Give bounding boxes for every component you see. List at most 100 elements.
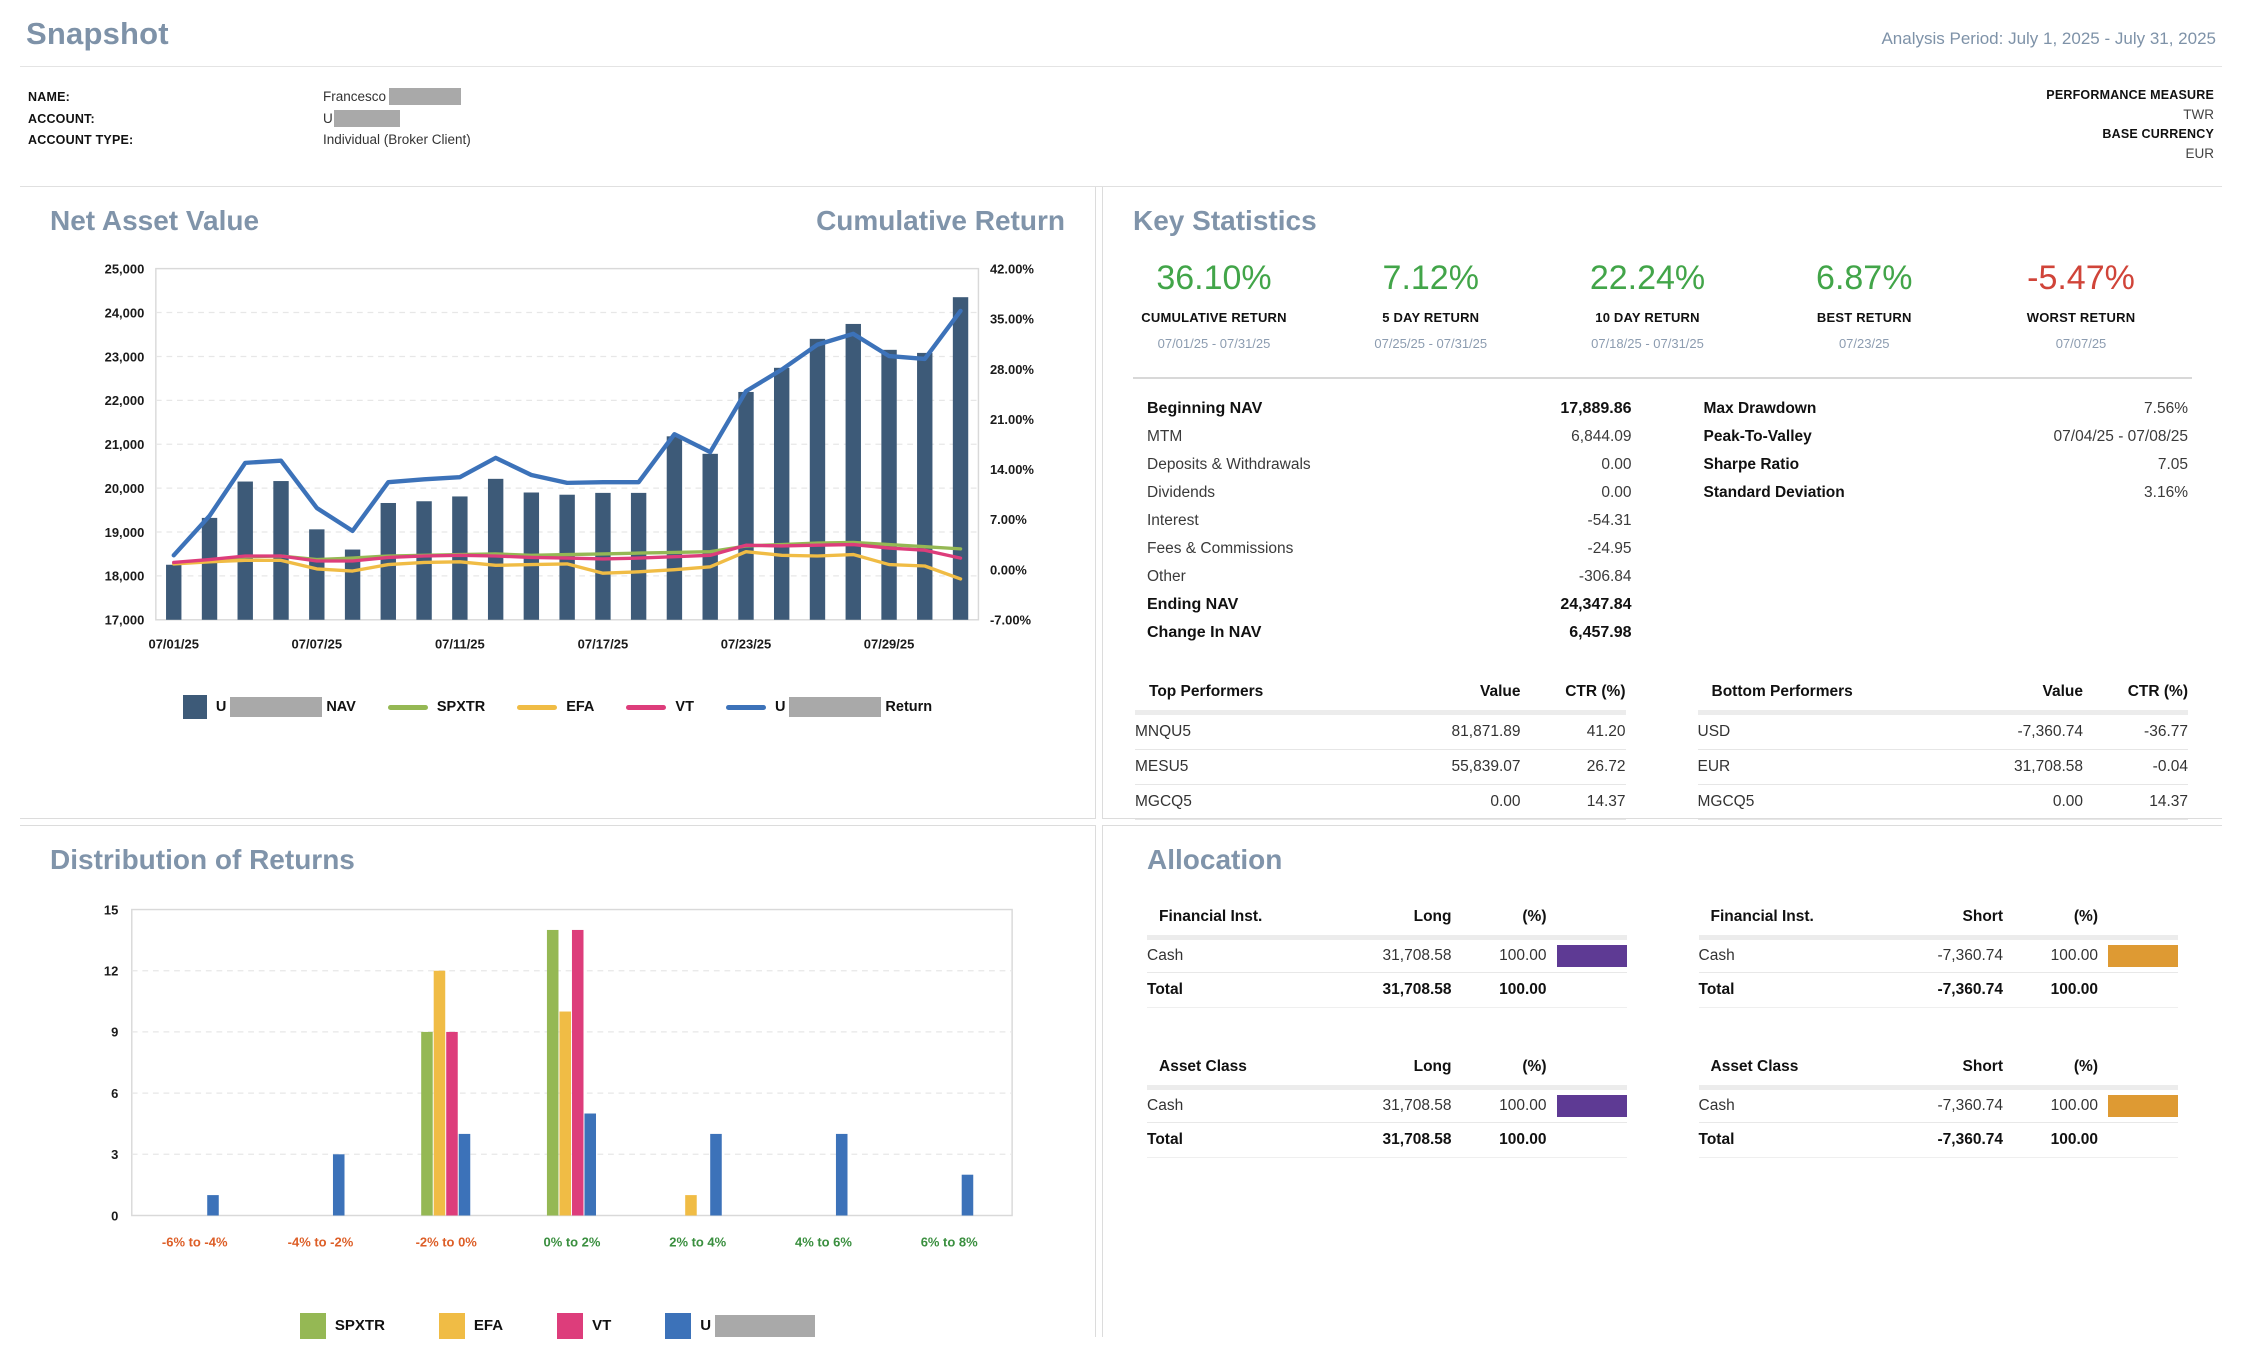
detail-value: 0.00 [1601,484,1631,502]
table-row: EUR31,708.58-0.04 [1698,750,2189,785]
stat-label: BEST RETURN [1789,310,1939,325]
legend-swatch-spxtr [300,1313,326,1339]
redaction-box [334,110,400,127]
allocation-table: Asset ClassLong(%)Cash31,708.58100.00Tot… [1147,1052,1627,1158]
detail-row: Beginning NAV17,889.86 [1147,395,1632,423]
allocation-pct-bar [1557,945,1627,967]
allocation-pct: 100.00 [1452,947,1547,965]
allocation-total-pct: 100.00 [1452,981,1547,999]
legend-swatch-efa [439,1313,465,1339]
legend-label: SPXTR [335,1317,385,1334]
detail-value: -54.31 [1588,512,1632,530]
detail-row: Fees & Commissions-24.95 [1147,535,1632,563]
allocation-label: Cash [1147,947,1287,965]
allocation-header: Financial Inst.Short(%) [1699,902,2179,935]
detail-value: 24,347.84 [1560,596,1631,614]
key-statistics-title: Key Statistics [1133,205,2192,237]
allocation-col-label: Financial Inst. [1711,908,1839,926]
detail-value: -24.95 [1588,540,1632,558]
allocation-col-pct: (%) [1452,1058,1547,1076]
stat-value: 6.87% [1789,259,1939,298]
stat-label: 5 DAY RETURN [1356,310,1506,325]
detail-row: Dividends0.00 [1147,479,1632,507]
svg-text:25,000: 25,000 [105,261,145,276]
allocation-col-bar [2098,908,2178,926]
stat-label: CUMULATIVE RETURN [1139,310,1289,325]
nav-chart-legend: UNAVSPXTREFAVTUReturn [50,695,1065,719]
performers-title: Bottom Performers [1712,683,1909,701]
detail-row: Sharpe Ratio7.05 [1704,451,2189,479]
svg-text:07/07/25: 07/07/25 [292,637,342,652]
account-meta-label: PERFORMANCE MEASURE [2046,88,2214,102]
allocation-total-value: 31,708.58 [1287,981,1452,999]
account-info-row: ACCOUNT TYPE:Individual (Broker Client) [28,132,471,147]
detail-row: Ending NAV24,347.84 [1147,591,1632,619]
allocation-total-bar [1547,981,1627,999]
stat-block: 6.87% BEST RETURN 07/23/25 [1789,259,1939,351]
instrument-name: MGCQ5 [1698,793,1909,811]
risk-details-column: Max Drawdown7.56%Peak-To-Valley07/04/25 … [1704,395,2189,647]
svg-text:20,000: 20,000 [105,481,145,496]
detail-value: 6,457.98 [1569,624,1631,642]
instrument-name: USD [1698,723,1909,741]
account-info-label: NAME: [28,90,323,104]
account-info-section: NAME:Francesco ACCOUNT:U ACCOUNT TYPE:Indi… [20,67,2222,186]
stat-block: -5.47%WORST RETURN07/07/25 [2006,259,2156,351]
svg-text:0% to 2%: 0% to 2% [543,1234,600,1249]
stat-value: -5.47% [2006,259,2156,298]
svg-text:07/17/25: 07/17/25 [578,637,628,652]
performers-col-value: Value [1908,683,2083,701]
page-title: Snapshot [26,16,169,52]
allocation-panel: Allocation Financial Inst.Long(%)Cash31,… [1102,825,2222,1337]
allocation-row: Cash-7,360.74100.00 [1699,1090,2179,1123]
allocation-col-pct: (%) [2003,908,2098,926]
legend-item: VT [626,699,694,715]
instrument-value: 81,871.89 [1346,723,1521,741]
allocation-label: Cash [1699,1097,1839,1115]
legend-item: U [665,1313,815,1339]
detail-value: 6,844.09 [1571,428,1631,446]
allocation-total-pct: 100.00 [2003,1131,2098,1149]
svg-text:-2% to 0%: -2% to 0% [416,1234,478,1249]
top-performers-table: Top PerformersValueCTR (%)MNQU581,871.89… [1135,677,1626,820]
account-info-row: NAME:Francesco [28,88,471,105]
svg-text:42.00%: 42.00% [990,261,1034,276]
allocation-row: Cash31,708.58100.00 [1147,940,1627,973]
distribution-title: Distribution of Returns [50,844,1065,876]
account-info-label: ACCOUNT: [28,112,323,126]
allocation-pct: 100.00 [2003,1097,2098,1115]
legend-swatch-efa [517,705,557,710]
stat-period: 07/23/25 [1789,336,1939,351]
legend-label: VT [592,1317,611,1334]
allocation-header: Asset ClassLong(%) [1147,1052,1627,1085]
instrument-ctr: 14.37 [2083,793,2188,811]
performers-col-value: Value [1346,683,1521,701]
allocation-bar-cell [2098,1095,2178,1117]
legend-swatch-account [665,1313,691,1339]
allocation-col-label: Financial Inst. [1159,908,1287,926]
instrument-ctr: -36.77 [2083,723,2188,741]
instrument-value: 55,839.07 [1346,758,1521,776]
allocation-tables: Financial Inst.Long(%)Cash31,708.58100.0… [1133,902,2192,1158]
allocation-total-label: Total [1147,1131,1287,1149]
stat-block: 7.12%5 DAY RETURN07/25/25 - 07/31/25 [1356,259,1506,351]
allocation-total-value: -7,360.74 [1838,981,2003,999]
account-info-value: Individual (Broker Client) [323,132,471,147]
allocation-label: Cash [1147,1097,1287,1115]
stat-period: 07/25/25 - 07/31/25 [1356,336,1506,351]
allocation-pct-bar [2108,1095,2178,1117]
detail-label: Deposits & Withdrawals [1147,456,1311,474]
legend-swatch-vt [557,1313,583,1339]
detail-value: 17,889.86 [1560,400,1631,418]
stat-label: WORST RETURN [2006,310,2156,325]
detail-label: Max Drawdown [1704,400,1817,418]
account-info-row: ACCOUNT:U [28,110,471,127]
cumulative-return-title: Cumulative Return [816,205,1065,237]
performers-header: Top PerformersValueCTR (%) [1135,677,1626,710]
table-row: MESU555,839.0726.72 [1135,750,1626,785]
detail-row: MTM6,844.09 [1147,423,1632,451]
instrument-value: -7,360.74 [1908,723,2083,741]
svg-text:22,000: 22,000 [105,393,145,408]
page-header: Snapshot Analysis Period: July 1, 2025 -… [20,8,2222,67]
svg-text:07/29/25: 07/29/25 [864,637,914,652]
